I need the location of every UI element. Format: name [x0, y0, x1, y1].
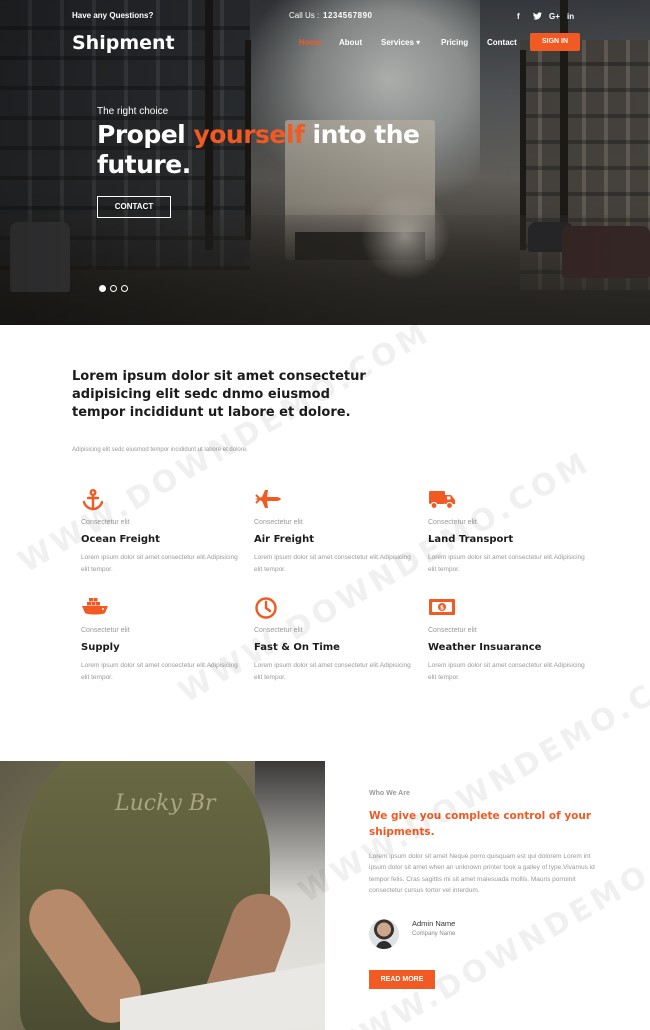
hero-banner: Have any Questions? Call Us : 1234567890…	[0, 0, 650, 325]
svg-text:$: $	[440, 605, 444, 612]
google-plus-icon[interactable]: G+	[549, 12, 560, 21]
service-kicker: Consectetur elit	[254, 519, 303, 526]
call-label: Call Us :	[289, 11, 320, 20]
top-bar: Have any Questions? Call Us : 1234567890…	[0, 0, 650, 30]
about-description: Lorem ipsum dolor sit amet Neque porro q…	[369, 853, 595, 894]
service-desc: Lorem ipsum dolor sit amet consectetur e…	[428, 662, 585, 681]
call-number[interactable]: 1234567890	[323, 11, 373, 20]
nav-contact[interactable]: Contact	[487, 38, 517, 47]
truck-icon	[428, 488, 455, 512]
slider-dot-2[interactable]	[110, 285, 117, 292]
ship-icon	[81, 596, 108, 620]
linkedin-icon[interactable]: in	[567, 12, 574, 21]
service-name: Land Transport	[428, 534, 514, 545]
anchor-icon	[81, 488, 107, 512]
contact-button[interactable]: CONTACT	[97, 196, 171, 218]
about-image-shirt-print: Lucky Br	[115, 791, 216, 816]
hero-kicker: The right choice	[97, 106, 169, 117]
service-desc: Lorem ipsum dolor sit amet consectetur e…	[81, 662, 238, 681]
twitter-icon[interactable]	[533, 12, 542, 22]
about-title: We give you complete control of your shi…	[369, 810, 592, 838]
read-more-button[interactable]: READ MORE	[369, 970, 435, 989]
service-desc: Lorem ipsum dolor sit amet consectetur e…	[428, 554, 585, 573]
facebook-icon[interactable]: f	[517, 12, 520, 21]
site-logo[interactable]: Shipment	[72, 32, 175, 54]
service-kicker: Consectetur elit	[428, 519, 477, 526]
questions-text: Have any Questions?	[72, 11, 154, 20]
airplane-icon	[254, 488, 281, 512]
about-image: Lucky Br	[0, 761, 325, 1030]
service-desc: Lorem ipsum dolor sit amet consectetur e…	[81, 554, 238, 573]
author-name: Admin Name	[412, 919, 456, 928]
service-name: Fast & On Time	[254, 642, 340, 653]
intro-subtitle: Adipisicing elit sedc eiusmod tempor inc…	[72, 447, 248, 453]
nav-about[interactable]: About	[339, 38, 362, 47]
slider-dot-3[interactable]	[121, 285, 128, 292]
nav-pricing[interactable]: Pricing	[441, 38, 468, 47]
service-desc: Lorem ipsum dolor sit amet consectetur e…	[254, 662, 411, 681]
avatar	[369, 919, 399, 949]
hero-title-highlight: yourself	[193, 120, 305, 149]
author-company: Company Name	[412, 931, 456, 937]
hero-title-start: Propel	[97, 120, 194, 149]
service-kicker: Consectetur elit	[81, 519, 130, 526]
money-icon: $	[428, 596, 455, 620]
service-desc: Lorem ipsum dolor sit amet consectetur e…	[254, 554, 411, 573]
service-kicker: Consectetur elit	[428, 627, 477, 634]
nav-home[interactable]: Home	[299, 38, 321, 47]
service-name: Ocean Freight	[81, 534, 160, 545]
service-name: Air Freight	[254, 534, 314, 545]
service-kicker: Consectetur elit	[81, 627, 130, 634]
service-name: Weather Insuarance	[428, 642, 542, 653]
about-kicker: Who We Are	[369, 790, 410, 797]
slider-dots	[99, 285, 128, 292]
sign-in-button[interactable]: SIGN IN	[530, 33, 580, 51]
intro-title: Lorem ipsum dolor sit amet consectetur a…	[72, 369, 366, 420]
slider-dot-1[interactable]	[99, 285, 106, 292]
service-kicker: Consectetur elit	[254, 627, 303, 634]
hero-title: Propel yourself into the future.	[97, 120, 427, 180]
nav-services[interactable]: Services ▾	[381, 38, 420, 47]
clock-icon	[254, 596, 280, 620]
service-name: Supply	[81, 642, 120, 653]
